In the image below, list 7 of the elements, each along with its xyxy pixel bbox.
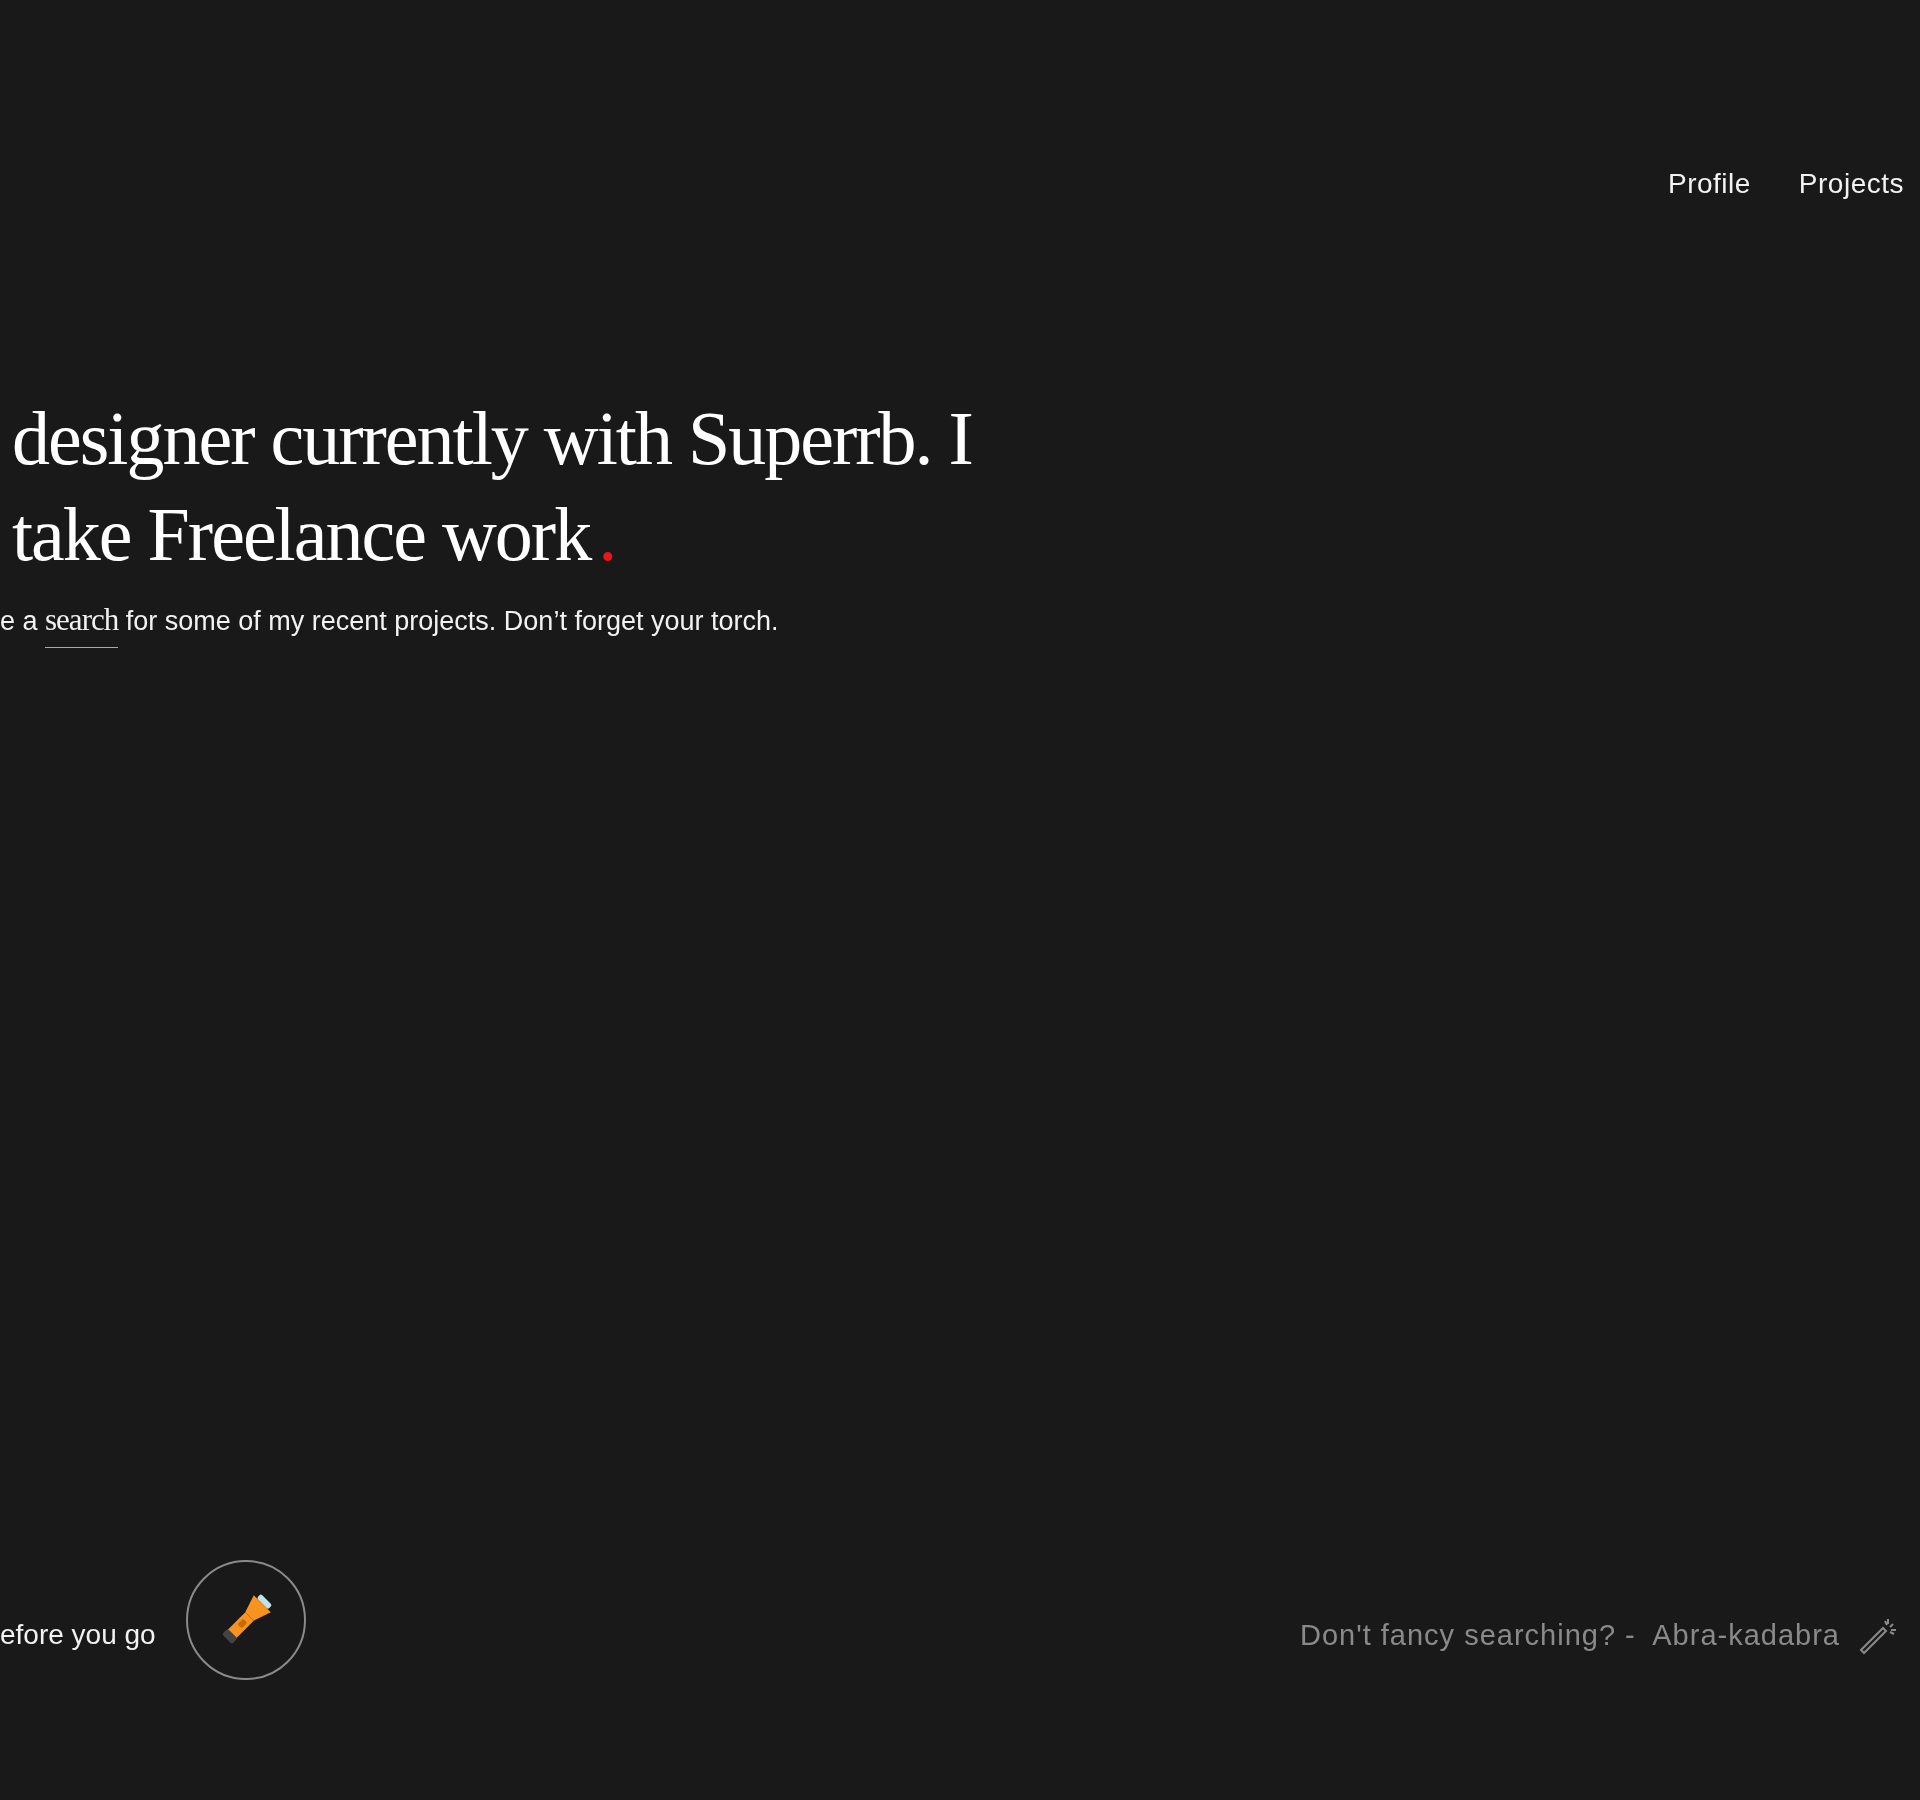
torch-button[interactable] xyxy=(185,1560,306,1680)
headline: designer currently with Superrb. I take Freelance work. xyxy=(12,395,973,578)
search-link[interactable]: search xyxy=(45,602,119,648)
shortcut-link[interactable]: Don't fancy searching? - Abra-kadabra xyxy=(1299,1615,1898,1655)
nav-link[interactable]: Profile xyxy=(1667,168,1751,200)
footer-text: efore you go xyxy=(0,1619,156,1651)
nav-link[interactable]: Projects xyxy=(1798,168,1904,200)
